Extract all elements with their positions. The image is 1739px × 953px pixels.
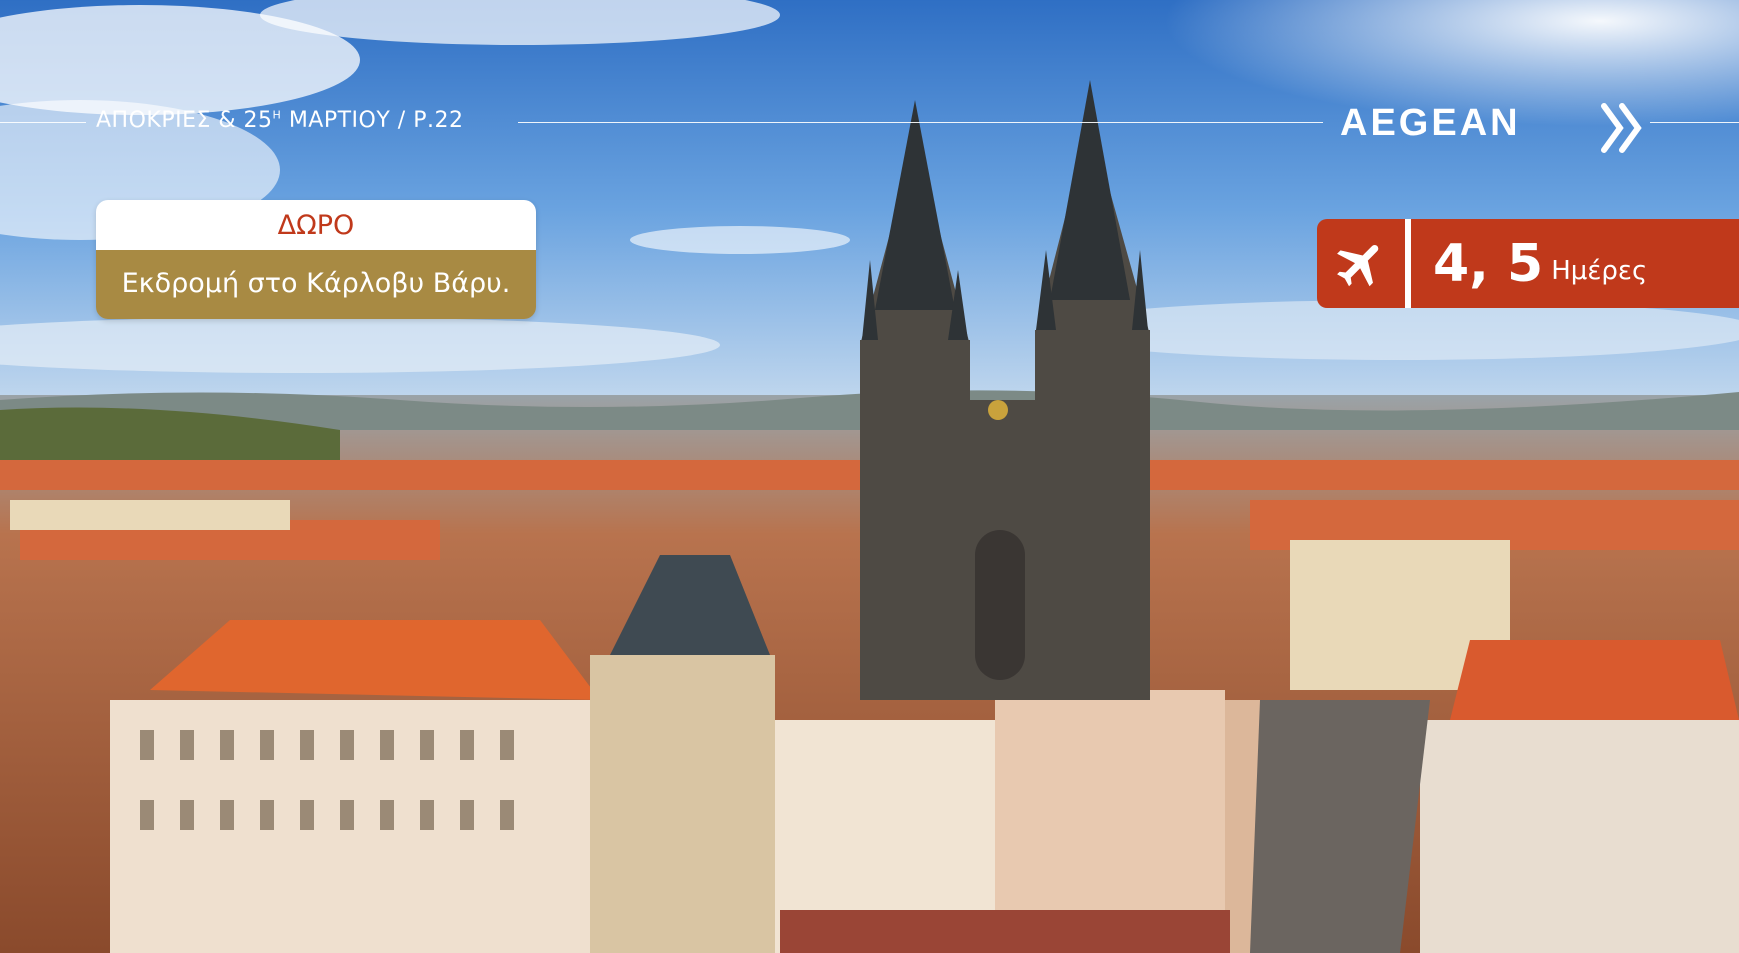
duration-unit: Ημέρες [1551, 255, 1648, 286]
header-label-rest: ΜΑΡΤΙΟΥ / Ρ.22 [288, 108, 464, 133]
aegean-chevron-icon [1601, 103, 1642, 153]
header-rule-right [1650, 122, 1739, 123]
header-label: ΑΠΟΚΡΙΕΣ & 25Η ΜΑΡΤΙΟΥ / Ρ.22 [96, 108, 463, 133]
aegean-logo: AEGEAN [1340, 102, 1521, 144]
gift-title: ΔΩΡΟ [96, 200, 536, 250]
header-rule-middle [518, 122, 1323, 123]
header-label-superscript: Η [272, 108, 282, 122]
duration-text: 4, 5 Ημέρες [1411, 219, 1739, 308]
header-label-text: ΑΠΟΚΡΙΕΣ & 25 [96, 108, 273, 133]
header-rule-left [0, 122, 86, 123]
airplane-icon [1317, 219, 1405, 308]
duration-badge: 4, 5 Ημέρες [1317, 219, 1739, 308]
gift-card: ΔΩΡΟ Εκδρομή στο Κάρλοβυ Βάρυ. [96, 200, 536, 319]
duration-days: 4, 5 [1433, 233, 1544, 294]
gift-text: Εκδρομή στο Κάρλοβυ Βάρυ. [96, 250, 536, 319]
